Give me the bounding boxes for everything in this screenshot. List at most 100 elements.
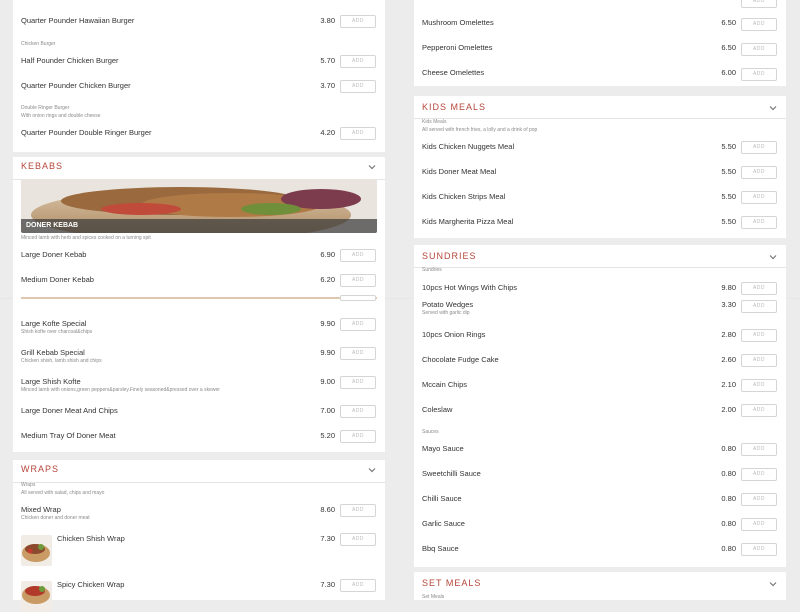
add-button[interactable]: ADD [741, 68, 777, 81]
menu-item-price: 8.60 [320, 505, 335, 514]
menu-group-description: With onion rings and double cheese [21, 113, 101, 119]
add-button[interactable]: ADD [340, 376, 376, 389]
menu-item-price: 5.70 [320, 56, 335, 65]
menu-item-price: 0.80 [721, 494, 736, 503]
menu-item-price: 3.70 [320, 81, 335, 90]
add-button[interactable]: ADD [741, 329, 777, 342]
menu-group-description: All served with salad, chips and mayo [21, 490, 105, 496]
chevron-down-icon[interactable] [768, 579, 778, 589]
add-button[interactable]: ADD [340, 249, 376, 262]
add-button[interactable]: ADD [340, 318, 376, 331]
menu-item-name: Pepperoni Omelettes [422, 43, 493, 52]
add-button[interactable]: ADD [340, 504, 376, 517]
menu-item-price: 5.50 [721, 167, 736, 176]
add-button[interactable]: ADD [741, 282, 777, 295]
wrap-image [21, 581, 52, 612]
menu-item-name: 10pcs Hot Wings With Chips [422, 283, 518, 292]
add-button[interactable]: ADD [741, 141, 777, 154]
add-button[interactable]: ADD [340, 274, 376, 287]
section-header[interactable]: KEBABS [13, 157, 385, 180]
add-button[interactable]: ADD [741, 43, 777, 56]
add-button[interactable]: ADD [340, 430, 376, 443]
menu-item-name: Medium Tray Of Doner Meat [21, 431, 116, 440]
add-button[interactable]: ADD [741, 18, 777, 31]
menu-item-description: Minced lamb with onions,green peppers&pa… [21, 387, 220, 393]
add-button[interactable]: ADD [340, 55, 376, 68]
add-button[interactable]: ADD [340, 405, 376, 418]
add-button[interactable]: ADD [741, 379, 777, 392]
menu-item-price: 4.20 [320, 128, 335, 137]
chevron-down-icon[interactable] [768, 103, 778, 113]
add-button[interactable]: ADD [741, 191, 777, 204]
section-header[interactable]: SUNDRIES [414, 245, 786, 268]
section-title: WRAPS [21, 464, 60, 474]
add-button[interactable]: ADD [741, 166, 777, 179]
kids-meals-section: KIDS MEALS Kids Meals All served with fr… [414, 96, 786, 238]
add-button[interactable]: ADD [741, 216, 777, 229]
add-button[interactable]: ADD [741, 543, 777, 556]
add-button[interactable]: ADD [741, 518, 777, 531]
add-button[interactable]: ADD [741, 468, 777, 481]
omelettes-section: ADD Mushroom Omelettes 6.50 ADD Pepperon… [414, 0, 786, 86]
menu-item-price: 2.00 [721, 405, 736, 414]
menu-item-name: Kids Doner Meat Meal [422, 167, 497, 176]
divider [0, 298, 13, 299]
menu-item-price: 5.20 [320, 431, 335, 440]
menu-item-price: 9.80 [721, 283, 736, 292]
menu-item-name: Cheese Omelettes [422, 68, 485, 77]
add-button[interactable]: ADD [340, 15, 376, 28]
add-button[interactable]: ADD [340, 80, 376, 93]
add-button[interactable]: ADD [741, 0, 777, 8]
chevron-down-icon[interactable] [367, 465, 377, 475]
menu-item-name: Large Doner Meat And Chips [21, 406, 118, 415]
menu-item-price: 6.90 [320, 250, 335, 259]
add-button[interactable]: ADD [741, 300, 777, 313]
divider [385, 298, 414, 299]
menu-item-price: 0.80 [721, 444, 736, 453]
add-button[interactable]: ADD [741, 354, 777, 367]
menu-item-price: 7.00 [320, 406, 335, 415]
menu-item-price: 9.90 [320, 348, 335, 357]
menu-item-description: Chicken shish, lamb shish and chips [21, 358, 102, 364]
menu-item-price: 6.00 [721, 68, 736, 77]
menu-item-name: Medium Doner Kebab [21, 275, 94, 284]
menu-item-name: Quarter Pounder Double Ringer Burger [21, 128, 152, 137]
menu-item-name: Kids Chicken Strips Meal [422, 192, 506, 201]
menu-item-price: 5.50 [721, 217, 736, 226]
section-title: SUNDRIES [422, 251, 477, 261]
menu-item-price: 3.30 [721, 300, 736, 309]
menu-item-name: Large Doner Kebab [21, 250, 87, 259]
menu-group-title: Kids Meals [422, 119, 447, 125]
burgers-section: Quarter Pounder Hawaiian Burger 3.80 ADD… [13, 0, 385, 152]
section-header[interactable]: WRAPS [13, 460, 385, 483]
add-button[interactable]: ADD [340, 347, 376, 360]
add-button[interactable]: ADD [340, 579, 376, 592]
menu-item-price: 5.50 [721, 192, 736, 201]
menu-item-name: Large Kofte Special [21, 319, 87, 328]
chevron-down-icon[interactable] [768, 252, 778, 262]
add-button[interactable]: ADD [340, 127, 376, 140]
menu-item-name: Mixed Wrap [21, 505, 61, 514]
menu-item-name: Chicken Shish Wrap [57, 534, 125, 543]
menu-item-description: Served with garlic dip [422, 310, 470, 316]
menu-item-name: Coleslaw [422, 405, 453, 414]
add-button[interactable]: ADD [340, 533, 376, 546]
menu-item-price: 6.50 [721, 43, 736, 52]
add-button[interactable] [340, 295, 376, 301]
add-button[interactable]: ADD [741, 443, 777, 456]
add-button[interactable]: ADD [741, 493, 777, 506]
kebabs-section: KEBABS DONER KEBAB Minced lamb with herb… [13, 157, 385, 452]
section-header[interactable]: KIDS MEALS [414, 96, 786, 119]
menu-group-title: Sundries [422, 267, 442, 273]
section-title: SET MEALS [422, 578, 482, 588]
chevron-down-icon[interactable] [367, 162, 377, 172]
menu-item-price: 0.80 [721, 544, 736, 553]
section-header[interactable]: SET MEALS [414, 572, 786, 594]
menu-item-price: 3.80 [320, 16, 335, 25]
menu-item-price: 5.50 [721, 142, 736, 151]
section-title: KIDS MEALS [422, 102, 487, 112]
menu-item-name: Bbq Sauce [422, 544, 459, 553]
add-button[interactable]: ADD [741, 404, 777, 417]
set-meals-section: SET MEALS Set Meals [414, 572, 786, 600]
menu-group-title: Double Ringer Burger [21, 105, 70, 111]
